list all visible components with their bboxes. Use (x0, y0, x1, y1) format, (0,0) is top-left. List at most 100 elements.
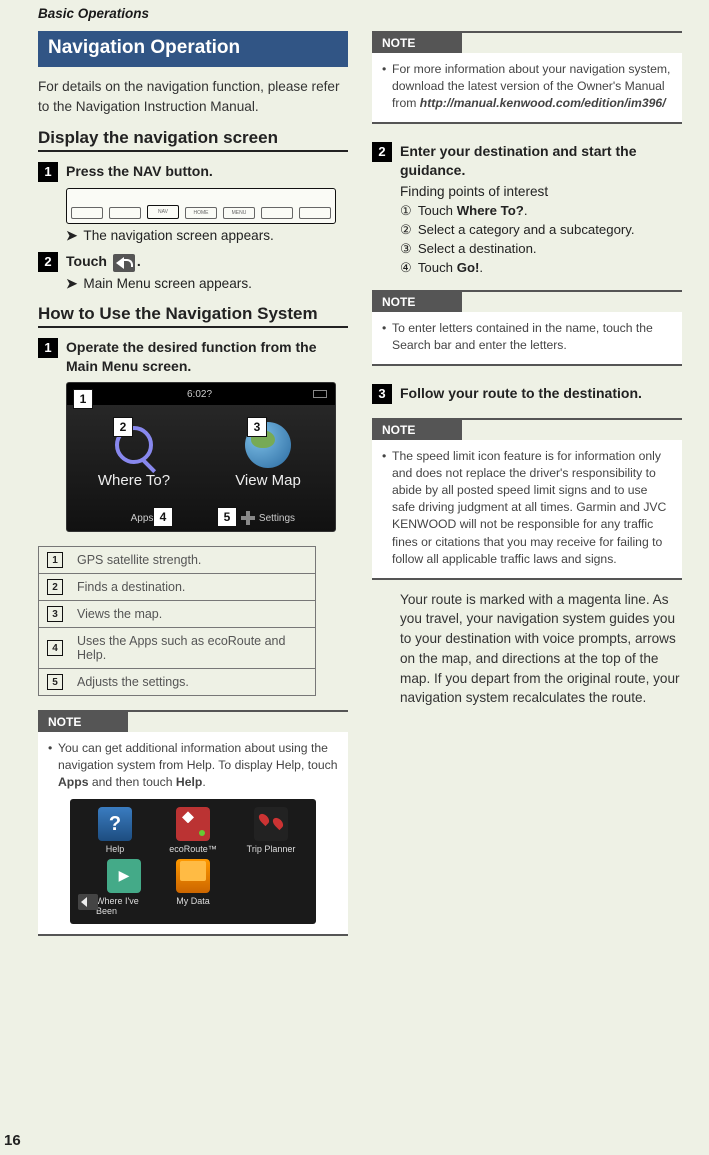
page-number: 16 (0, 1132, 21, 1149)
app-where-label: Where I've Been (96, 896, 152, 916)
step-number-1: 1 (38, 338, 58, 358)
step-2-result-text: Main Menu screen appears. (83, 276, 252, 291)
nav-status-bar: 6:02? (67, 383, 335, 405)
closing-paragraph: Your route is marked with a magenta line… (400, 590, 682, 708)
note-1-post: . (202, 775, 205, 789)
app-help[interactable]: Help (78, 807, 152, 855)
back-icon (113, 254, 135, 272)
nav-settings-label: Settings (259, 513, 295, 524)
substep-list: ① Touch Where To?. ②Select a category and… (400, 203, 682, 276)
substep-2-text: Select a category and a subcategory. (418, 222, 635, 237)
circled-1: ① (400, 203, 412, 219)
legend-row: 1GPS satellite strength. (39, 547, 315, 573)
step-2-post: . (137, 253, 141, 269)
step-1-result-text: The navigation screen appears. (83, 228, 273, 243)
note-box-1: NOTE You can get additional information … (38, 710, 348, 936)
note-heading: NOTE (372, 292, 462, 312)
back-icon[interactable] (78, 894, 98, 910)
device-btn (261, 207, 293, 219)
legend-desc: Uses the Apps such as ecoRoute and Help. (71, 628, 315, 668)
step-1-post: button. (161, 163, 212, 179)
breadcrumb: Basic Operations (38, 0, 683, 21)
note-box-3: NOTE To enter letters contained in the n… (372, 290, 682, 366)
nav-button-label: NAV (133, 163, 162, 179)
nav-screenshot-wrap: 6:02? Where To? View Map (66, 382, 348, 532)
heading-how-to-use: How to Use the Navigation System (38, 304, 348, 328)
nav-body: Where To? View Map (67, 405, 335, 505)
section-title-bar: Navigation Operation (38, 31, 348, 67)
help-label-inline: Help (176, 775, 202, 789)
app-trip-planner[interactable]: Trip Planner (234, 807, 308, 855)
apps-label-inline: Apps (58, 775, 88, 789)
note-2-item: For more information about your navigati… (382, 61, 672, 112)
note-heading: NOTE (372, 420, 462, 440)
my-data-icon (176, 859, 210, 893)
substep-4-post: . (479, 260, 483, 275)
app-where-been[interactable]: Where I've Been (96, 859, 152, 917)
result-arrow-icon: ➤ (66, 276, 77, 292)
intro-paragraph: For details on the navigation function, … (38, 77, 348, 116)
apps-screenshot: Help ecoRoute™ Trip Planner Where I've B… (70, 799, 316, 924)
legend-row: 5 Adjusts the settings. (39, 668, 315, 695)
nav-where-to-button[interactable]: Where To? (67, 405, 201, 505)
step-how-1: 1 Operate the desired function from the … (38, 338, 348, 376)
nav-apps-button[interactable]: Apps (67, 505, 201, 531)
note-4-item: The speed limit icon feature is for info… (382, 448, 672, 568)
substep-1-text: Touch Where To?. (418, 203, 528, 218)
note-body: The speed limit icon feature is for info… (372, 440, 682, 578)
substep-1: ① Touch Where To?. (400, 203, 682, 219)
nav-where-to-label: Where To? (98, 472, 170, 489)
go-label: Go! (457, 260, 480, 275)
page-root: { "breadcrumb": "Basic Operations", "pag… (0, 0, 709, 1155)
app-trip-label: Trip Planner (247, 844, 296, 854)
legend-num: 2 (47, 579, 63, 595)
legend-num: 4 (47, 640, 63, 656)
manual-url[interactable]: http://manual.kenwood.com/edition/im396/ (420, 96, 666, 110)
step-r3-head: Follow your route to the destination. (400, 384, 642, 404)
step-number-2: 2 (372, 142, 392, 162)
legend-desc: GPS satellite strength. (71, 547, 315, 573)
app-help-label: Help (106, 844, 125, 854)
app-eco-label: ecoRoute™ (169, 844, 217, 854)
step-2-result: ➤ Main Menu screen appears. (66, 276, 348, 292)
callout-legend-table: 1GPS satellite strength. 2Finds a destin… (38, 546, 316, 696)
substep-4: ④Touch Go!. (400, 260, 682, 276)
legend-num: 5 (47, 674, 63, 690)
callout-4: 4 (153, 507, 173, 527)
note-3-item: To enter letters contained in the name, … (382, 320, 672, 354)
step-1-pre: Press the (66, 163, 133, 179)
device-frame: NAV HOME MENU (66, 188, 336, 224)
note-heading: NOTE (372, 33, 462, 53)
device-btn (299, 207, 331, 219)
column-left: Navigation Operation For details on the … (38, 31, 348, 936)
step-1-text: Press the NAV button. (66, 162, 213, 182)
where-been-icon (107, 859, 141, 893)
step-r2-sub: Finding points of interest (400, 184, 682, 199)
legend-desc: Adjusts the settings. (71, 669, 315, 695)
nav-view-map-button[interactable]: View Map (201, 405, 335, 505)
step-r2-head: Enter your destination and start the gui… (400, 142, 682, 180)
step-number-3: 3 (372, 384, 392, 404)
nav-main-menu-screenshot: 6:02? Where To? View Map (66, 382, 336, 532)
callout-1: 1 (73, 389, 93, 409)
legend-num: 3 (47, 606, 63, 622)
substep-2: ②Select a category and a subcategory. (400, 222, 682, 238)
nav-apps-label: Apps (131, 513, 154, 524)
settings-icon (241, 511, 255, 525)
callout-2: 2 (113, 417, 133, 437)
note-1-mid: and then touch (88, 775, 175, 789)
app-my-data[interactable]: My Data (156, 859, 230, 917)
device-panel-graphic: NAV HOME MENU (66, 188, 348, 224)
step-number-2: 2 (38, 252, 58, 272)
substep-3: ③Select a destination. (400, 241, 682, 257)
where-to-label: Where To? (457, 203, 524, 218)
device-btn (109, 207, 141, 219)
trip-planner-icon (254, 807, 288, 841)
legend-row: 2Finds a destination. (39, 573, 315, 600)
nav-bottom-bar: Apps Settings (67, 505, 335, 531)
note-1-pre: You can get additional information about… (58, 741, 338, 772)
step-r2: 2 Enter your destination and start the g… (372, 142, 682, 180)
app-ecoroute[interactable]: ecoRoute™ (156, 807, 230, 855)
legend-row: 4 Uses the Apps such as ecoRoute and Help… (39, 627, 315, 668)
device-btn-nav: NAV (147, 205, 179, 219)
